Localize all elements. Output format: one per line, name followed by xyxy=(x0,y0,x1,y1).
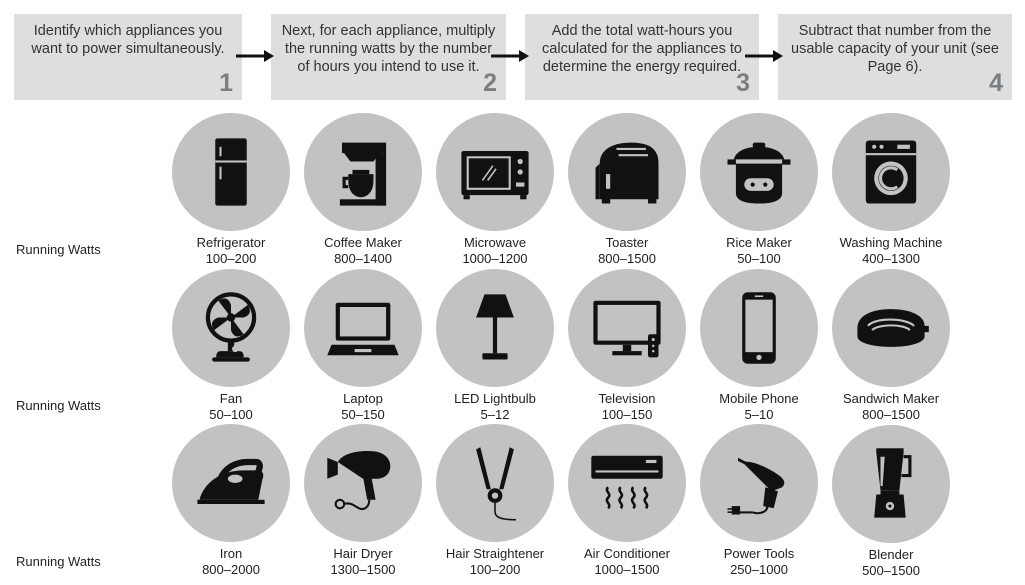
sandwich-maker-icon xyxy=(857,309,929,347)
appliance-watts: 800–1400 xyxy=(334,251,392,266)
appliance-name: Toaster xyxy=(605,235,649,250)
appliance-watts: 800–1500 xyxy=(598,251,656,266)
running-watts-label-row-2: Running Watts xyxy=(16,398,101,413)
step-1-box: Identify which appliances you want to po… xyxy=(14,14,242,100)
appliance-name: Washing Machine xyxy=(839,235,943,250)
appliance-refrigerator: Refrigerator 100–200 xyxy=(165,113,297,267)
appliance-watts: 1300–1500 xyxy=(330,562,396,577)
step-4-number: 4 xyxy=(989,69,1003,97)
appliance-watts: 50–100 xyxy=(737,251,781,266)
appliance-watts: 5–10 xyxy=(744,407,774,422)
appliance-watts: 50–100 xyxy=(209,407,253,422)
iron-icon xyxy=(197,458,265,504)
appliance-hair-straightener: Hair Straightener 100–200 xyxy=(429,424,561,578)
appliance-hair-dryer: Hair Dryer 1300–1500 xyxy=(297,424,429,578)
step-2-box: Next, for each appliance, multiply the r… xyxy=(271,14,506,100)
step-1-text: Identify which appliances you want to po… xyxy=(31,23,225,57)
air-conditioner-icon xyxy=(591,455,663,510)
appliance-watts: 5–12 xyxy=(480,407,510,422)
lamp-icon xyxy=(476,294,514,360)
appliance-name: Coffee Maker xyxy=(324,235,402,250)
washing-machine-icon xyxy=(865,140,917,204)
step-4-box: Subtract that number from the usable cap… xyxy=(778,14,1012,100)
appliance-name: Laptop xyxy=(343,391,383,406)
appliance-watts: 1000–1200 xyxy=(462,251,528,266)
appliance-watts: 800–1500 xyxy=(862,407,920,422)
step-3-number: 3 xyxy=(736,69,750,97)
appliance-mobile-phone: Mobile Phone 5–10 xyxy=(693,269,825,423)
appliance-watts: 800–2000 xyxy=(202,562,260,577)
appliance-name: Mobile Phone xyxy=(719,391,799,406)
appliance-watts: 100–150 xyxy=(601,407,653,422)
rice-maker-icon xyxy=(727,142,791,204)
step-1-number: 1 xyxy=(219,69,233,97)
step-4-text: Subtract that number from the usable cap… xyxy=(791,23,999,75)
appliance-watts: 100–200 xyxy=(205,251,257,266)
appliance-fan: Fan 50–100 xyxy=(165,269,297,423)
arrow-right-icon xyxy=(236,50,274,62)
appliance-watts: 400–1300 xyxy=(862,251,920,266)
appliance-watts: 500–1500 xyxy=(862,563,920,578)
appliance-name: Hair Straightener xyxy=(445,546,545,561)
appliance-toaster: Toaster 800–1500 xyxy=(561,113,693,267)
power-drill-icon xyxy=(727,457,785,515)
step-3-box: Add the total watt-hours you calculated … xyxy=(525,14,759,100)
appliance-name: Iron xyxy=(219,546,243,561)
appliance-air-conditioner: Air Conditioner 1000–1500 xyxy=(561,424,693,578)
appliance-name: Fan xyxy=(219,391,243,406)
step-2-text: Next, for each appliance, multiply the r… xyxy=(281,23,496,75)
arrow-right-icon xyxy=(745,50,783,62)
appliance-watts: 250–1000 xyxy=(730,562,788,577)
appliance-name: Television xyxy=(598,391,656,406)
appliance-name: Refrigerator xyxy=(196,235,266,250)
appliance-blender: Blender 500–1500 xyxy=(825,425,957,579)
appliance-name: Rice Maker xyxy=(726,235,792,250)
appliance-rice-maker: Rice Maker 50–100 xyxy=(693,113,825,267)
refrigerator-icon xyxy=(215,138,247,206)
hair-straightener-icon xyxy=(476,447,517,521)
laptop-icon xyxy=(327,302,399,356)
appliance-watts: 1000–1500 xyxy=(594,562,660,577)
appliance-name: LED Lightbulb xyxy=(454,391,536,406)
appliance-name: Hair Dryer xyxy=(333,546,393,561)
television-icon xyxy=(593,300,661,358)
toaster-icon xyxy=(595,142,659,204)
running-watts-label-row-3: Running Watts xyxy=(16,554,101,569)
appliance-watts: 100–200 xyxy=(469,562,521,577)
mobile-phone-icon xyxy=(742,292,776,364)
arrow-right-icon xyxy=(491,50,529,62)
appliance-microwave: Microwave 1000–1200 xyxy=(429,113,561,267)
appliance-led-lightbulb: LED Lightbulb 5–12 xyxy=(429,269,561,423)
coffee-maker-icon xyxy=(339,142,387,206)
fan-icon xyxy=(205,292,257,362)
appliance-name: Power Tools xyxy=(723,546,795,561)
step-2-number: 2 xyxy=(483,69,497,97)
appliance-power-tools: Power Tools 250–1000 xyxy=(693,424,825,578)
appliance-television: Television 100–150 xyxy=(561,269,693,423)
appliance-name: Microwave xyxy=(463,235,527,250)
appliance-name: Blender xyxy=(868,547,914,562)
appliance-watts: 50–150 xyxy=(341,407,385,422)
step-3-text: Add the total watt-hours you calculated … xyxy=(542,23,742,75)
blender-icon xyxy=(874,448,912,518)
appliance-iron: Iron 800–2000 xyxy=(165,424,297,578)
microwave-icon xyxy=(461,151,529,200)
appliance-name: Sandwich Maker xyxy=(842,391,940,406)
appliance-name: Air Conditioner xyxy=(584,546,670,561)
hair-dryer-icon xyxy=(327,450,391,510)
appliance-sandwich-maker: Sandwich Maker 800–1500 xyxy=(825,269,957,423)
appliance-washing-machine: Washing Machine 400–1300 xyxy=(825,113,957,267)
running-watts-label-row-1: Running Watts xyxy=(16,242,101,257)
appliance-coffee-maker: Coffee Maker 800–1400 xyxy=(297,113,429,267)
appliance-laptop: Laptop 50–150 xyxy=(297,269,429,423)
